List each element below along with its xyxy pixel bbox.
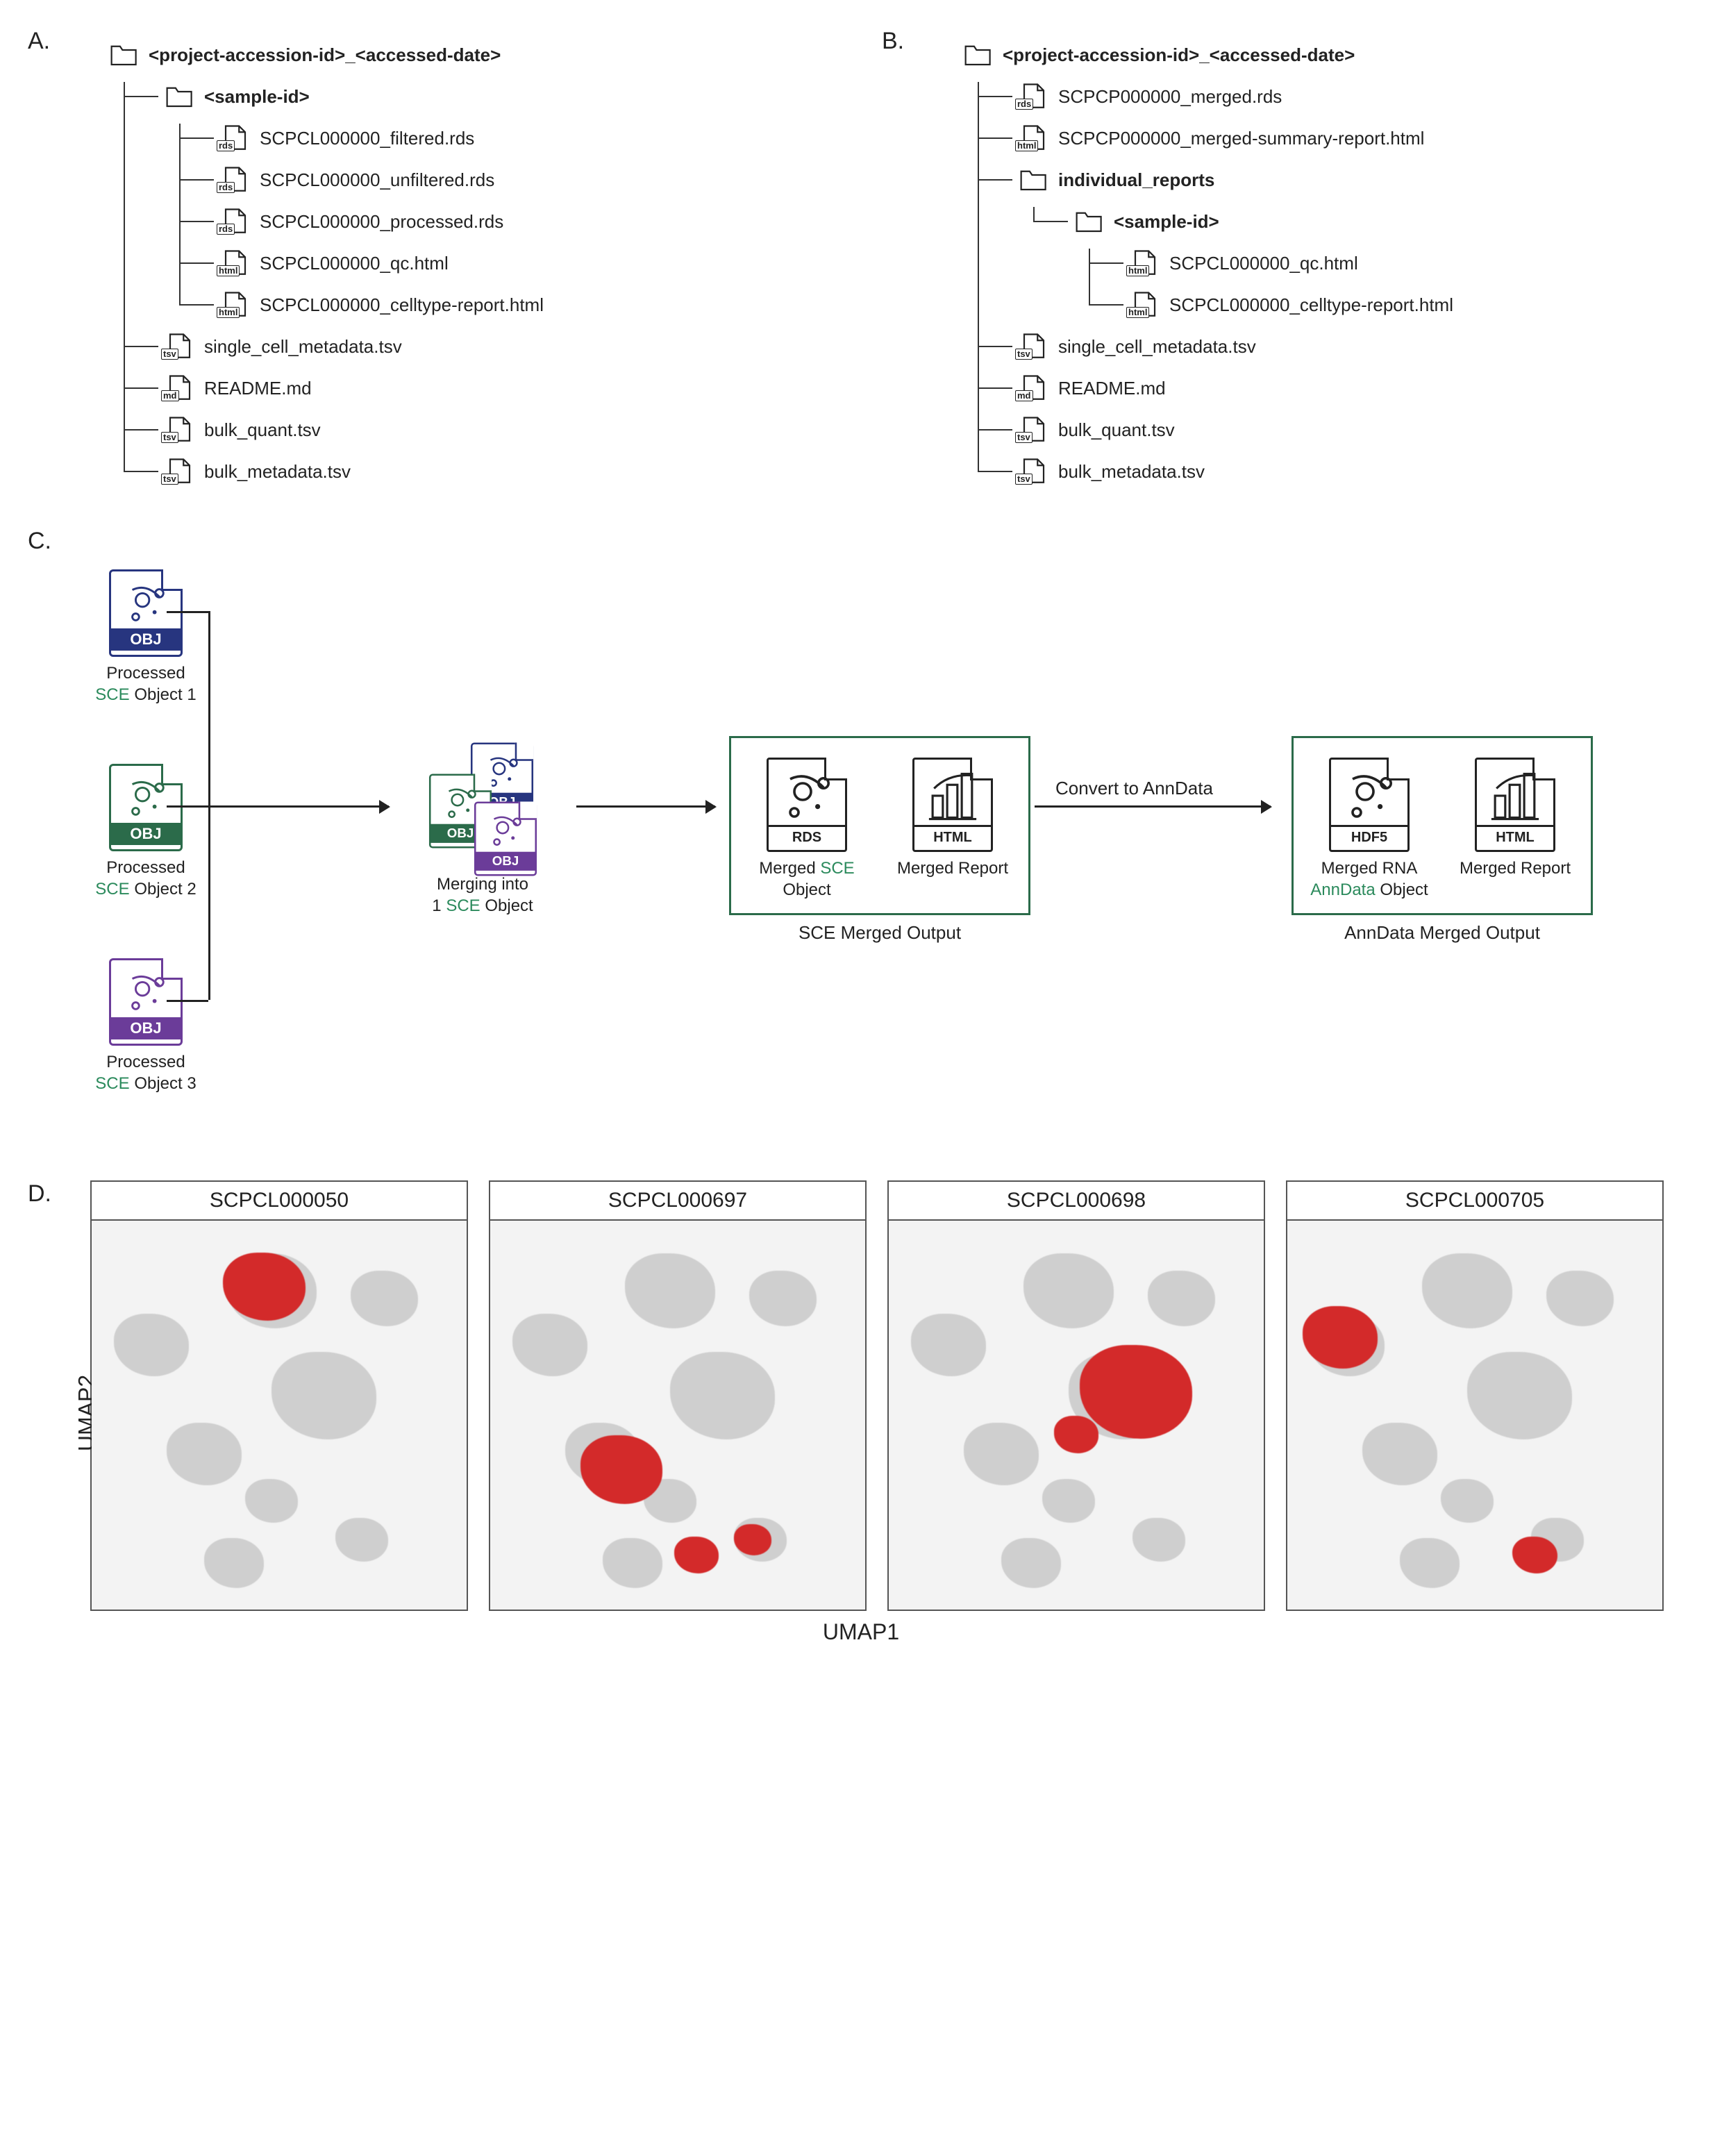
file-name: single_cell_metadata.tsv bbox=[204, 336, 402, 358]
file-name: SCPCL000000_filtered.rds bbox=[260, 128, 474, 149]
umap-plot bbox=[889, 1221, 1264, 1610]
tsv-file-icon: tsv bbox=[1019, 332, 1048, 361]
processed-obj-1: OBJ ProcessedSCE Object 1 bbox=[83, 569, 208, 705]
file-name: SCPCL000000_processed.rds bbox=[260, 211, 503, 233]
file-name: SCPCL000000_celltype-report.html bbox=[1169, 294, 1453, 316]
md-file-icon: md bbox=[165, 374, 194, 403]
umap-plot bbox=[490, 1221, 865, 1610]
file-name: SCPCL000000_qc.html bbox=[260, 253, 449, 274]
tsv-file-icon: tsv bbox=[165, 457, 194, 486]
file-name: bulk_quant.tsv bbox=[1058, 419, 1175, 441]
umap-x-axis-label: UMAP1 bbox=[28, 1619, 1694, 1645]
anndata-output-title: AnnData Merged Output bbox=[1292, 922, 1593, 944]
file-name: bulk_quant.tsv bbox=[204, 419, 321, 441]
umap-plot bbox=[1287, 1221, 1662, 1610]
html-file-icon: HTML bbox=[1475, 758, 1555, 852]
html-file-icon: html bbox=[1130, 249, 1160, 278]
obj-file-icon: OBJ bbox=[109, 764, 183, 851]
umap-facet-title: SCPCL000705 bbox=[1287, 1182, 1662, 1221]
arrow-icon bbox=[208, 805, 389, 808]
file-name: single_cell_metadata.tsv bbox=[1058, 336, 1256, 358]
panel-a-label: A. bbox=[28, 28, 50, 55]
hdf5-file-icon: HDF5 bbox=[1329, 758, 1410, 852]
panel-b-label: B. bbox=[882, 28, 904, 55]
html-file-icon: html bbox=[1019, 124, 1048, 153]
umap-facet-title: SCPCL000698 bbox=[889, 1182, 1264, 1221]
folder-icon bbox=[165, 82, 194, 111]
reports-folder-name: individual_reports bbox=[1058, 169, 1214, 191]
processed-obj-2: OBJ ProcessedSCE Object 2 bbox=[83, 764, 208, 900]
umap-facet: SCPCL000698 bbox=[887, 1180, 1265, 1611]
rds-file-icon: rds bbox=[221, 165, 250, 194]
umap-facet: SCPCL000697 bbox=[489, 1180, 867, 1611]
folder-icon bbox=[110, 40, 139, 69]
rds-file-icon: rds bbox=[1019, 82, 1048, 111]
folder-icon bbox=[964, 40, 993, 69]
sce-output-box: RDS Merged SCE Object HTML Merged Report… bbox=[729, 736, 1030, 944]
umap-plot bbox=[92, 1221, 467, 1610]
root-folder-name: <project-accession-id>_<accessed-date> bbox=[149, 44, 501, 66]
anndata-output-box: HDF5 Merged RNAAnnData Object HTML Merge… bbox=[1292, 736, 1593, 944]
rds-file-icon: rds bbox=[221, 124, 250, 153]
file-name: bulk_metadata.tsv bbox=[204, 461, 351, 483]
md-file-icon: md bbox=[1019, 374, 1048, 403]
panel-c-label: C. bbox=[28, 528, 51, 555]
file-name: SCPCP000000_merged-summary-report.html bbox=[1058, 128, 1424, 149]
processed-obj-3: OBJ ProcessedSCE Object 3 bbox=[83, 958, 208, 1094]
arrow-icon bbox=[576, 805, 715, 808]
umap-facet: SCPCL000050 bbox=[90, 1180, 468, 1611]
file-name: SCPCL000000_qc.html bbox=[1169, 253, 1358, 274]
obj-file-icon: OBJ bbox=[109, 569, 183, 657]
umap-facet-title: SCPCL000697 bbox=[490, 1182, 865, 1221]
file-name: SCPCL000000_celltype-report.html bbox=[260, 294, 544, 316]
tsv-file-icon: tsv bbox=[1019, 415, 1048, 444]
tree-a: <project-accession-id>_<accessed-date> <… bbox=[69, 40, 840, 486]
folder-icon bbox=[1075, 207, 1104, 236]
sample-folder-name: <sample-id> bbox=[1114, 211, 1219, 233]
tsv-file-icon: tsv bbox=[165, 332, 194, 361]
tsv-file-icon: tsv bbox=[165, 415, 194, 444]
obj-file-icon: OBJ bbox=[109, 958, 183, 1046]
file-name: SCPCP000000_merged.rds bbox=[1058, 86, 1282, 108]
umap-facet-title: SCPCL000050 bbox=[92, 1182, 467, 1221]
convert-label: Convert to AnnData bbox=[1055, 778, 1213, 799]
panel-d-label: D. bbox=[28, 1180, 51, 1207]
sce-output-title: SCE Merged Output bbox=[729, 922, 1030, 944]
tsv-file-icon: tsv bbox=[1019, 457, 1048, 486]
folder-icon bbox=[1019, 165, 1048, 194]
rds-file-icon: RDS bbox=[767, 758, 847, 852]
umap-facet: SCPCL000705 bbox=[1286, 1180, 1664, 1611]
file-name: SCPCL000000_unfiltered.rds bbox=[260, 169, 494, 191]
tree-b: <project-accession-id>_<accessed-date> r… bbox=[923, 40, 1694, 486]
rds-file-icon: rds bbox=[221, 207, 250, 236]
merged-stack: OBJ OBJ OBJ Merging into1 SCE Object bbox=[403, 736, 562, 917]
root-folder-name: <project-accession-id>_<accessed-date> bbox=[1003, 44, 1355, 66]
file-name: bulk_metadata.tsv bbox=[1058, 461, 1205, 483]
file-name: README.md bbox=[204, 378, 312, 399]
html-file-icon: HTML bbox=[912, 758, 993, 852]
html-file-icon: html bbox=[221, 290, 250, 319]
html-file-icon: html bbox=[221, 249, 250, 278]
umap-facet-grid: SCPCL000050 SCPCL000697 SCPCL000698 SCPCL00… bbox=[90, 1180, 1694, 1611]
sample-folder-name: <sample-id> bbox=[204, 86, 310, 108]
file-name: README.md bbox=[1058, 378, 1166, 399]
arrow-icon bbox=[1035, 805, 1271, 808]
html-file-icon: html bbox=[1130, 290, 1160, 319]
